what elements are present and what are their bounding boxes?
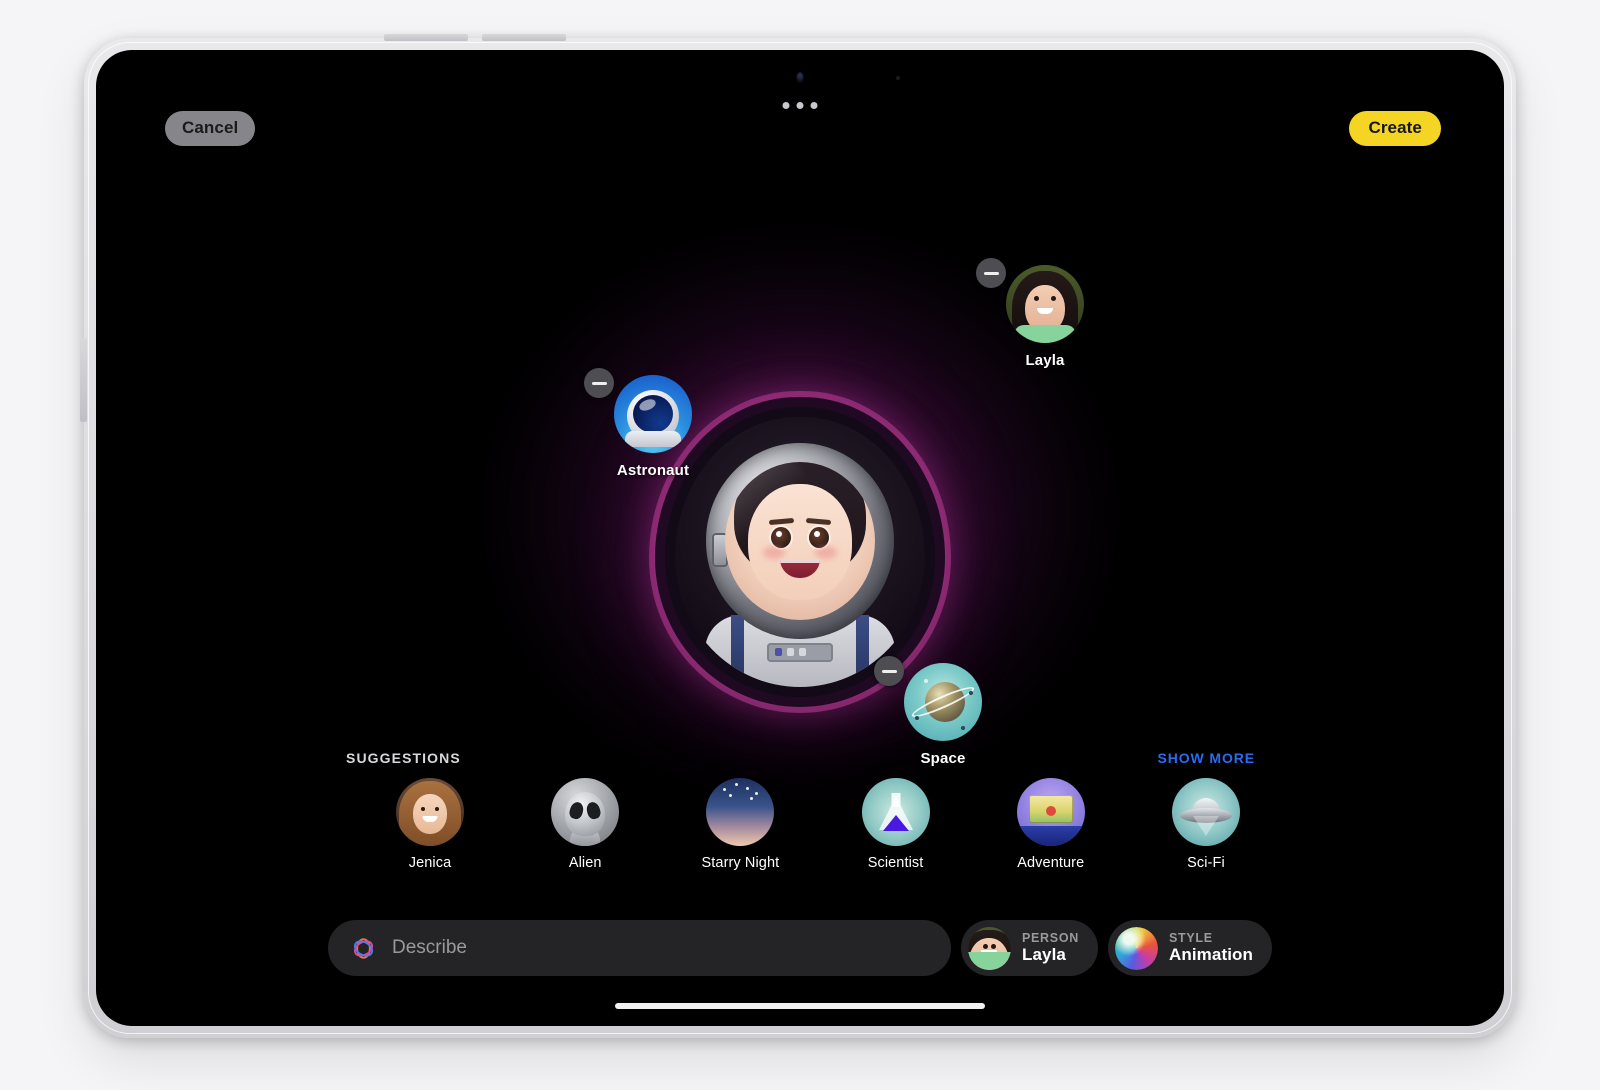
concept-label: Layla [1025,352,1065,369]
suggestion-label: Starry Night [701,855,780,871]
treasure-map-icon [1016,778,1085,846]
planet-saturn-icon [904,663,982,741]
suggestion-item-jenica[interactable]: Jenica [364,778,496,871]
person-photo-icon [396,778,464,846]
flask-icon [861,778,930,846]
remove-concept-astronaut-button[interactable] [584,368,614,398]
suggestion-item-starry-night[interactable]: Starry Night [674,778,806,871]
suggestion-label: Scientist [867,855,924,871]
suggestion-label: Sci-Fi [1187,855,1225,871]
suggestion-label: Jenica [408,855,452,871]
suggestion-item-alien[interactable]: Alien [519,778,651,871]
suggestions-header: SUGGESTIONS [346,750,461,766]
three-dots-grabber-icon[interactable] [782,102,818,109]
concept-label: Astronaut [616,462,690,479]
astronaut-helmet-icon [706,443,894,640]
suggestion-label: Adventure [1017,855,1085,871]
style-orb-icon [1114,926,1158,970]
style-chip[interactable]: STYLE Animation [1107,920,1272,976]
prompt-bar: PERSON Layla STYLE Animation [96,920,1504,976]
ambient-light-sensor-icon [896,76,900,80]
home-indicator-bar[interactable] [615,1003,985,1009]
suggestion-item-scientist[interactable]: Scientist [830,778,962,871]
person-chip-kicker: PERSON [1021,931,1079,946]
starry-sky-icon [706,778,775,846]
describe-field[interactable] [328,920,951,976]
ufo-icon [1171,778,1240,846]
suggestion-label: Alien [568,855,602,871]
image-canvas: Astronaut Layla Space [96,136,1504,792]
volume-down-button[interactable] [482,34,566,41]
remove-concept-layla-button[interactable] [976,258,1006,288]
astronaut-helmet-icon [614,375,692,453]
concept-chip-space[interactable]: Space [874,656,1003,767]
device-screen: Cancel Create Astronaut Layla Space SUGG… [96,50,1504,1026]
describe-input[interactable] [392,937,929,959]
power-button[interactable] [80,338,87,422]
show-more-button[interactable]: SHOW MORE [1157,750,1255,766]
suggestions-row: Jenica Alien Starry Night Scientist Adve… [364,778,1272,871]
person-chip-value: Layla [1021,945,1066,965]
style-chip-value: Animation [1168,945,1253,965]
front-camera-icon [796,72,804,83]
suggestion-item-sci-fi[interactable]: Sci-Fi [1140,778,1272,871]
alien-head-icon [551,778,620,846]
person-photo-icon [967,926,1011,970]
suggestion-item-adventure[interactable]: Adventure [985,778,1117,871]
person-photo-icon [1006,265,1084,343]
concept-chip-layla[interactable]: Layla [976,258,1105,369]
apple-intelligence-icon [353,937,374,959]
helmet-visor-decoration [725,462,875,621]
concept-chip-astronaut[interactable]: Astronaut [584,368,713,479]
person-chip[interactable]: PERSON Layla [960,920,1098,976]
concept-label: Space [920,750,966,767]
remove-concept-space-button[interactable] [874,656,904,686]
volume-up-button[interactable] [384,34,468,41]
style-chip-kicker: STYLE [1168,931,1213,946]
ipad-device-frame: Cancel Create Astronaut Layla Space SUGG… [80,34,1516,1038]
